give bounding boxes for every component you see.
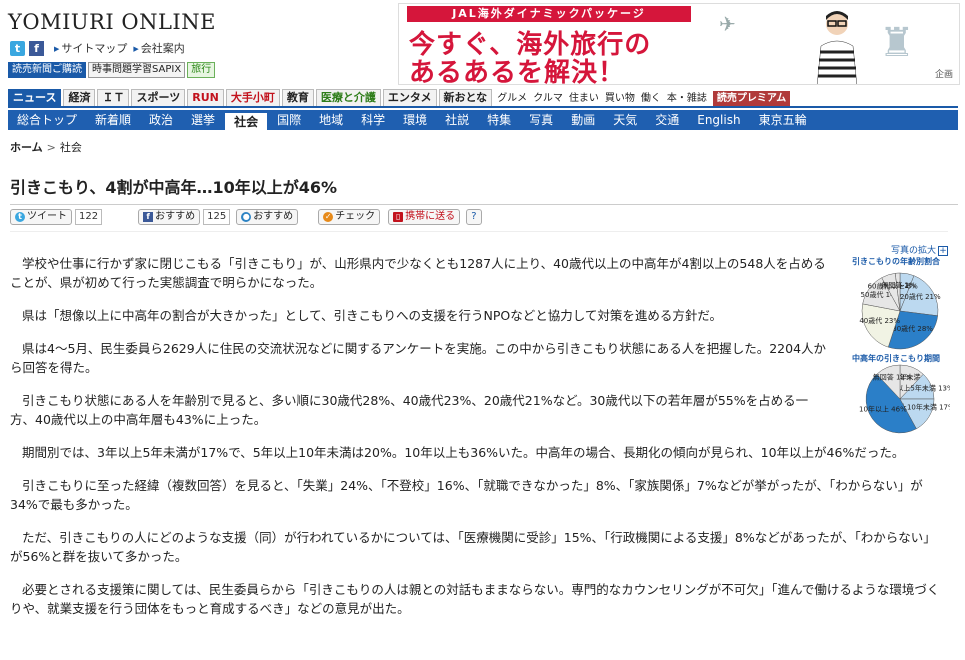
tab-komachi[interactable]: 大手小町 [225, 89, 280, 106]
subnav-region[interactable]: 地域 [310, 110, 352, 130]
facebook-icon: f [143, 212, 154, 222]
facebook-recommend-button[interactable]: f おすすめ [138, 209, 201, 225]
twitter-icon[interactable]: t [10, 40, 25, 56]
ad-banner[interactable]: JAL海外ダイナミックパッケージ 今すぐ、海外旅行の あるあるを解決！ ✈ ♜ … [398, 3, 960, 85]
ad-headline: JAL海外ダイナミックパッケージ [407, 6, 691, 22]
header-badges: 読売新聞ご購読 時事問題学習SAPIX 旅行 [8, 62, 217, 78]
subnav-photo[interactable]: 写真 [520, 110, 562, 130]
article-body: 学校や仕事に行かず家に閉じこもる「引きこもり」が、山形県内で少なくとも1287人… [10, 254, 940, 632]
mixi-icon: ● [241, 212, 252, 222]
tab-sports[interactable]: スポーツ [131, 89, 186, 106]
breadcrumb-separator: > [46, 141, 56, 154]
subscribe-badge[interactable]: 読売新聞ご購読 [8, 62, 86, 78]
tweet-label: ツイート [27, 211, 67, 222]
send-to-mobile-button[interactable]: ▯ 携帯に送る [388, 209, 461, 225]
subnav-top[interactable]: 総合トップ [8, 110, 86, 130]
subnav-video[interactable]: 動画 [562, 110, 604, 130]
tab-news[interactable]: ニュース [8, 89, 62, 106]
sapix-badge[interactable]: 時事問題学習SAPIX [88, 62, 186, 78]
tab-medical[interactable]: 医療と介護 [315, 89, 381, 106]
subnav-politics[interactable]: 政治 [140, 110, 182, 130]
check-label: チェック [335, 211, 376, 222]
tweet-count: 122 [75, 209, 103, 225]
header-sub-links: t f サイトマップ 会社案内 [10, 40, 185, 56]
breadcrumb: ホーム > 社会 [10, 139, 82, 155]
help-button[interactable]: ? [466, 209, 482, 225]
article-paragraph: 県は4～5月、民生委員ら2629人に住民の交流状況などに関するアンケートを実施。… [10, 341, 827, 375]
subnav-weather[interactable]: 天気 [604, 110, 646, 130]
subnav-latest[interactable]: 新着順 [86, 110, 140, 130]
tab-it[interactable]: ＩＴ [97, 89, 130, 106]
nav-gourmet[interactable]: グルメ [494, 91, 530, 106]
ad-person-illustration [816, 11, 858, 84]
nav-premium[interactable]: 読売プレミアム [712, 91, 791, 106]
ad-corner-label: 企画 [934, 70, 953, 80]
twitter-bird-icon: t [15, 212, 25, 222]
subnav-feature[interactable]: 特集 [478, 110, 520, 130]
check-button[interactable]: ✓ チェック [318, 209, 381, 225]
site-logo[interactable]: YOMIURI ONLINE [8, 10, 216, 34]
ad-line2: あるあるを解決！ [409, 58, 626, 85]
subnav-election[interactable]: 選挙 [182, 110, 224, 130]
article-paragraph: 学校や仕事に行かず家に閉じこもる「引きこもり」が、山形県内で少なくとも1287人… [10, 256, 826, 290]
sub-nav: 総合トップ 新着順 政治 選挙 社会 国際 地域 科学 環境 社説 特集 写真 … [8, 110, 958, 130]
mixi-recommend-button[interactable]: ● おすすめ [236, 209, 299, 225]
tab-otona[interactable]: 新おとな [438, 89, 493, 106]
tower-icon: ♜ [879, 20, 915, 66]
share-divider [10, 231, 948, 232]
article-paragraph: 県は「想像以上に中高年の割合が大きかった」として、引きこもりへの支援を行うNPO… [22, 308, 722, 323]
subnav-olympics[interactable]: 東京五輪 [750, 110, 816, 130]
tab-economy[interactable]: 経済 [63, 89, 96, 106]
sitemap-link[interactable]: サイトマップ [54, 40, 127, 56]
breadcrumb-home[interactable]: ホーム [10, 141, 43, 154]
subnav-editorial[interactable]: 社説 [436, 110, 478, 130]
article-title: 引きこもり、4割が中高年…10年以上が46% [10, 174, 958, 205]
subnav-english[interactable]: English [688, 110, 749, 130]
check-icon: ✓ [323, 212, 334, 222]
nav-books[interactable]: 本・雑誌 [664, 91, 710, 106]
article-paragraph: 引きこもりに至った経緯（複数回答）を見ると、「失業」24%、「不登校」16%、「… [10, 478, 923, 512]
subnav-science[interactable]: 科学 [352, 110, 394, 130]
nav-work[interactable]: 働く [638, 91, 664, 106]
breadcrumb-current[interactable]: 社会 [60, 141, 82, 154]
main-nav: ニュース 経済 ＩＴ スポーツ RUN 大手小町 教育 医療と介護 エンタメ 新… [8, 89, 958, 108]
tweet-button[interactable]: t ツイート [10, 209, 72, 225]
facebook-icon[interactable]: f [29, 40, 44, 56]
article-paragraph: 期間別では、3年以上5年未満が17%で、5年以上10年未満は20%。10年以上も… [22, 445, 905, 460]
subnav-society[interactable]: 社会 [224, 112, 269, 130]
mobile-label: 携帯に送る [405, 211, 456, 222]
subnav-traffic[interactable]: 交通 [646, 110, 688, 130]
airplane-icon: ✈ [719, 12, 736, 36]
nav-shopping[interactable]: 買い物 [602, 91, 638, 106]
article-paragraph: ただ、引きこもりの人にどのような支援（同）が行われているかについては、「医療機関… [10, 530, 936, 564]
tab-run[interactable]: RUN [187, 89, 224, 106]
tab-education[interactable]: 教育 [281, 89, 314, 106]
article-paragraph: 引きこもり状態にある人を年齢別で見ると、多い順に30歳代28%、40歳代23%、… [10, 393, 809, 427]
share-bar: t ツイート 122 f おすすめ 125 ● おすすめ ✓ チェック ▯ 携帯に送る ? [10, 208, 482, 226]
fb-label: おすすめ [155, 211, 196, 222]
mixi-label: おすすめ [253, 211, 294, 222]
nav-car[interactable]: クルマ [530, 91, 566, 106]
mobile-phone-icon: ▯ [393, 212, 404, 222]
subnav-international[interactable]: 国際 [268, 110, 310, 130]
tab-entertainment[interactable]: エンタメ [382, 89, 437, 106]
travel-badge[interactable]: 旅行 [187, 62, 216, 78]
subnav-environment[interactable]: 環境 [394, 110, 436, 130]
nav-housing[interactable]: 住まい [566, 91, 602, 106]
article-paragraph: 必要とされる支援策に関しては、民生委員らから「引きこもりの人は親との対話もままな… [10, 582, 940, 616]
company-link[interactable]: 会社案内 [133, 40, 185, 56]
facebook-count: 125 [203, 209, 231, 225]
